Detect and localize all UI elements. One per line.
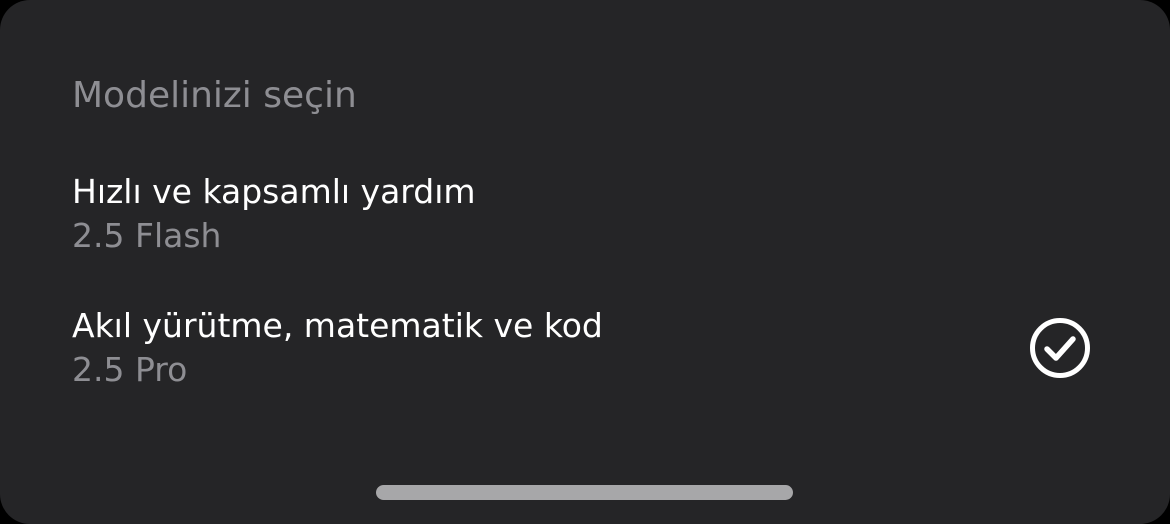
sheet-title: Modelinizi seçin [72, 75, 357, 116]
model-option-label: Akıl yürütme, matematik ve kod [72, 306, 603, 345]
checkmark-circle-icon [1030, 318, 1090, 378]
model-option-name: 2.5 Flash [72, 216, 222, 255]
model-option-flash[interactable]: Hızlı ve kapsamlı yardım 2.5 Flash [0, 166, 1170, 276]
model-option-name: 2.5 Pro [72, 350, 188, 389]
model-option-pro[interactable]: Akıl yürütme, matematik ve kod 2.5 Pro [0, 300, 1170, 410]
model-picker-sheet: Modelinizi seçin Hızlı ve kapsamlı yardı… [0, 0, 1170, 524]
model-option-label: Hızlı ve kapsamlı yardım [72, 172, 476, 211]
home-indicator[interactable] [376, 485, 793, 500]
